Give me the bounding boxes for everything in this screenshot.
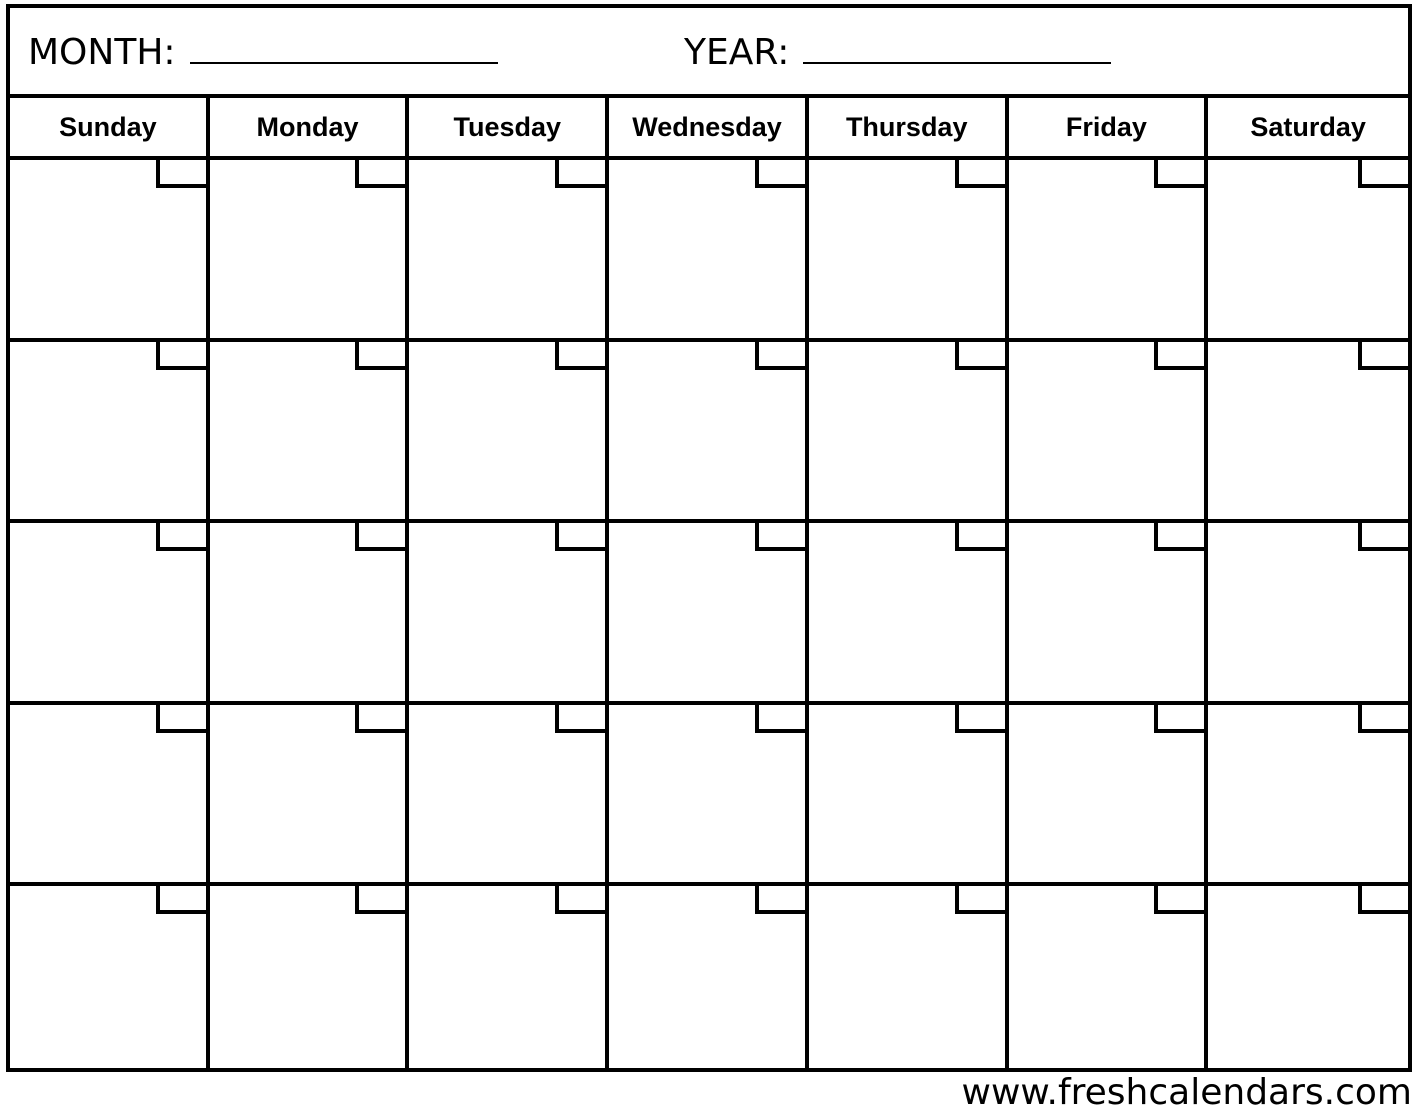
weekday-saturday: Saturday (1250, 111, 1366, 142)
day-cell[interactable] (809, 886, 1009, 1068)
date-number-box[interactable] (1357, 523, 1408, 552)
date-number-box[interactable] (355, 160, 406, 188)
weekday-sunday: Sunday (10, 98, 210, 156)
day-cell[interactable] (609, 704, 809, 887)
date-number-box[interactable] (954, 523, 1005, 552)
day-cell[interactable] (409, 523, 610, 705)
weekday-thursday: Thursday (809, 98, 1009, 156)
day-cell[interactable] (1208, 523, 1408, 705)
date-number-box[interactable] (1154, 160, 1205, 188)
date-number-box[interactable] (1357, 704, 1408, 733)
day-cell[interactable] (210, 886, 410, 1068)
day-cell[interactable] (409, 704, 610, 887)
date-number-box[interactable] (155, 341, 206, 370)
day-cell[interactable] (1208, 886, 1408, 1068)
month-blank-line[interactable] (189, 34, 498, 64)
date-number-box[interactable] (754, 341, 805, 370)
day-cell[interactable] (1208, 704, 1408, 887)
date-number-box[interactable] (954, 886, 1005, 915)
date-number-box[interactable] (754, 886, 805, 915)
date-number-box[interactable] (1154, 886, 1205, 915)
weekday-tuesday: Tuesday (409, 98, 610, 156)
day-cell[interactable] (808, 341, 1009, 524)
day-cell[interactable] (1008, 523, 1209, 705)
weekday-friday: Friday (1009, 98, 1209, 156)
day-cell[interactable] (609, 341, 809, 524)
date-number-box[interactable] (355, 341, 406, 370)
date-number-box[interactable] (555, 160, 606, 188)
day-cell[interactable] (1008, 160, 1209, 342)
date-number-box[interactable] (1357, 886, 1408, 915)
weekday-monday: Monday (210, 98, 410, 156)
day-grid (10, 160, 1408, 1068)
day-cell[interactable] (10, 704, 210, 887)
weekday-header-row: Sunday Monday Tuesday Wednesday Thursday Frid… (10, 98, 1408, 160)
day-cell[interactable] (409, 886, 610, 1068)
date-number-box[interactable] (754, 704, 805, 733)
date-number-box[interactable] (1154, 523, 1205, 552)
date-number-box[interactable] (355, 523, 406, 552)
date-number-box[interactable] (155, 160, 206, 188)
day-cell[interactable] (1208, 341, 1408, 524)
date-number-box[interactable] (754, 523, 805, 552)
day-cell[interactable] (1208, 160, 1408, 342)
date-number-box[interactable] (355, 704, 406, 733)
date-number-box[interactable] (555, 886, 606, 915)
date-number-box[interactable] (155, 886, 206, 915)
date-number-box[interactable] (555, 341, 606, 370)
day-cell[interactable] (808, 704, 1009, 887)
date-number-box[interactable] (1154, 341, 1205, 370)
calendar-header: MONTH: YEAR: (10, 8, 1408, 98)
date-number-box[interactable] (954, 160, 1005, 188)
date-number-box[interactable] (954, 704, 1005, 733)
date-number-box[interactable] (954, 341, 1005, 370)
day-cell[interactable] (1008, 704, 1209, 887)
month-label: MONTH: (28, 32, 176, 73)
day-cell[interactable] (409, 160, 610, 342)
day-cell[interactable] (609, 523, 809, 705)
date-number-box[interactable] (1154, 704, 1205, 733)
day-cell[interactable] (609, 886, 809, 1068)
date-number-box[interactable] (555, 523, 606, 552)
day-cell[interactable] (209, 704, 410, 887)
day-cell[interactable] (10, 886, 210, 1068)
website-url: www.freshcalendars.com (961, 1072, 1413, 1113)
day-cell[interactable] (808, 523, 1009, 705)
date-number-box[interactable] (155, 704, 206, 733)
date-number-box[interactable] (1357, 341, 1408, 370)
day-cell[interactable] (10, 160, 210, 342)
year-blank-line[interactable] (803, 34, 1112, 64)
day-cell[interactable] (10, 341, 210, 524)
day-cell[interactable] (1009, 886, 1209, 1068)
day-cell[interactable] (209, 160, 410, 342)
calendar: MONTH: YEAR: Sunday Monday Tuesday Wednesda… (6, 4, 1412, 1072)
year-field[interactable]: YEAR: (684, 32, 1112, 73)
day-cell[interactable] (209, 523, 410, 705)
date-number-box[interactable] (355, 886, 406, 915)
month-field[interactable]: MONTH: (28, 32, 498, 73)
day-cell[interactable] (808, 160, 1009, 342)
date-number-box[interactable] (754, 160, 805, 188)
year-label: YEAR: (684, 32, 790, 73)
day-cell[interactable] (10, 523, 210, 705)
weekday-wednesday: Wednesday (609, 98, 809, 156)
date-number-box[interactable] (1357, 160, 1408, 188)
date-number-box[interactable] (555, 704, 606, 733)
day-cell[interactable] (209, 341, 410, 524)
date-number-box[interactable] (155, 523, 206, 552)
day-cell[interactable] (1008, 341, 1209, 524)
day-cell[interactable] (609, 160, 809, 342)
day-cell[interactable] (409, 341, 610, 524)
